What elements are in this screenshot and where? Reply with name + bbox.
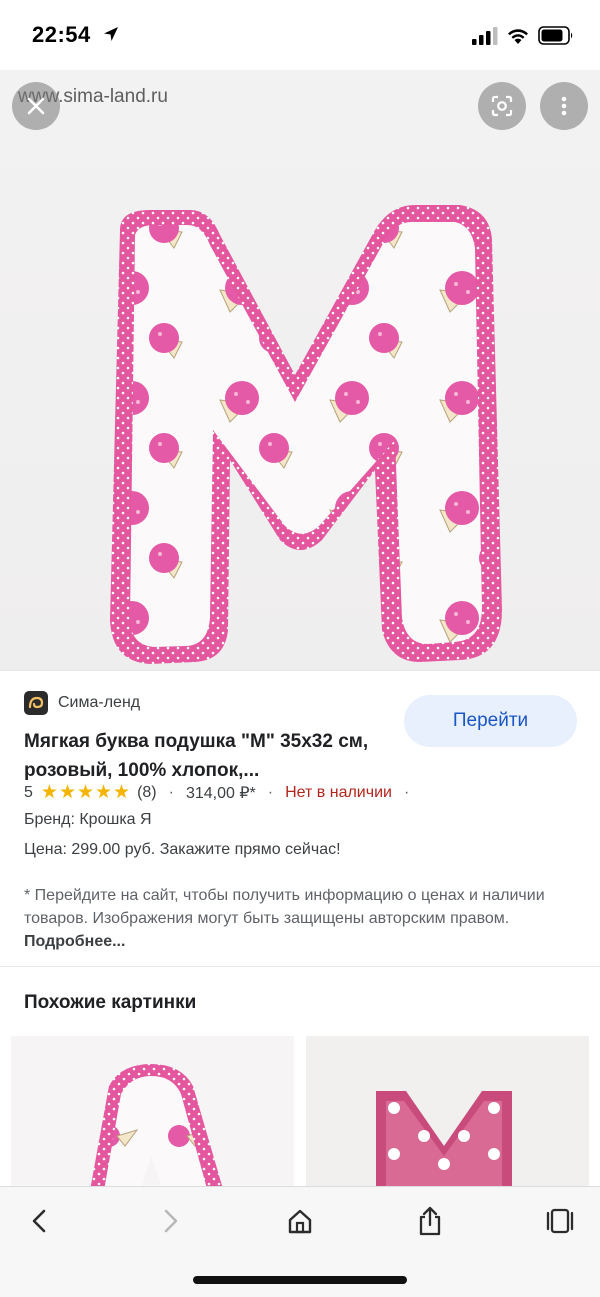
- separator-dot: ·: [267, 783, 274, 801]
- review-count: (8): [137, 783, 157, 801]
- rating-row: 5 ★★★★★ (8) · 314,00 ₽* · Нет в наличии …: [24, 781, 421, 804]
- rating-stars: ★★★★★: [40, 782, 132, 803]
- disclaimer: * Перейдите на сайт, чтобы получить инфо…: [24, 884, 569, 953]
- related-heading: Похожие картинки: [24, 992, 197, 1013]
- sima-land-logo-icon: [28, 696, 44, 709]
- cellular-signal-icon: [472, 27, 498, 45]
- close-icon: [27, 97, 45, 115]
- disclaimer-text: * Перейдите на сайт, чтобы получить инфо…: [24, 887, 545, 927]
- brand-line: Бренд: Крошка Я: [24, 811, 152, 828]
- related-image-1[interactable]: [11, 1036, 294, 1186]
- separator-dot: ·: [168, 783, 174, 801]
- home-button[interactable]: [280, 1201, 320, 1241]
- close-button[interactable]: [12, 82, 60, 130]
- separator-dot: ·: [403, 783, 410, 801]
- more-link[interactable]: Подробнее...: [24, 933, 125, 950]
- result-info-panel: Сима-ленд Перейти Мягкая буква подушка "…: [0, 670, 600, 966]
- status-bar: 22:54: [0, 0, 600, 70]
- pillow-letter-a-image: [90, 1064, 223, 1186]
- marquee-letter-m-image: [376, 1091, 512, 1186]
- lens-icon: [491, 95, 513, 117]
- more-vert-icon: [561, 96, 567, 116]
- home-icon: [288, 1209, 312, 1234]
- forward-icon: [164, 1209, 178, 1233]
- price: 314,00 ₽*: [185, 784, 256, 802]
- rating-value: 5: [24, 783, 33, 801]
- source-name[interactable]: Сима-ленд: [58, 694, 140, 712]
- location-arrow-icon: [104, 27, 118, 41]
- share-button[interactable]: [410, 1201, 450, 1241]
- related-image-2[interactable]: [306, 1036, 589, 1186]
- status-time: 22:54: [32, 22, 91, 47]
- related-images-section: Похожие картинки: [0, 966, 600, 1186]
- back-button[interactable]: [20, 1201, 60, 1241]
- share-icon: [419, 1206, 441, 1236]
- result-title[interactable]: Мягкая буква подушка "М" 35х32 см, розов…: [24, 727, 374, 785]
- price-line: Цена: 299.00 руб. Закажите прямо сейчас!: [24, 841, 341, 858]
- wifi-icon: [508, 29, 528, 44]
- battery-icon: [538, 26, 573, 45]
- lens-search-button[interactable]: [478, 82, 526, 130]
- tabs-icon: [546, 1208, 574, 1234]
- availability-status: Нет в наличии: [285, 783, 392, 801]
- forward-button[interactable]: [150, 1201, 190, 1241]
- more-options-button[interactable]: [540, 82, 588, 130]
- pillow-letter-m-image: [110, 205, 502, 664]
- back-icon: [32, 1209, 46, 1233]
- product-image-viewer[interactable]: www.sima-land.ru: [0, 70, 600, 670]
- tabs-button[interactable]: [540, 1201, 580, 1241]
- visit-button[interactable]: Перейти: [404, 695, 577, 747]
- home-indicator[interactable]: [193, 1276, 407, 1284]
- source-logo: [24, 691, 48, 715]
